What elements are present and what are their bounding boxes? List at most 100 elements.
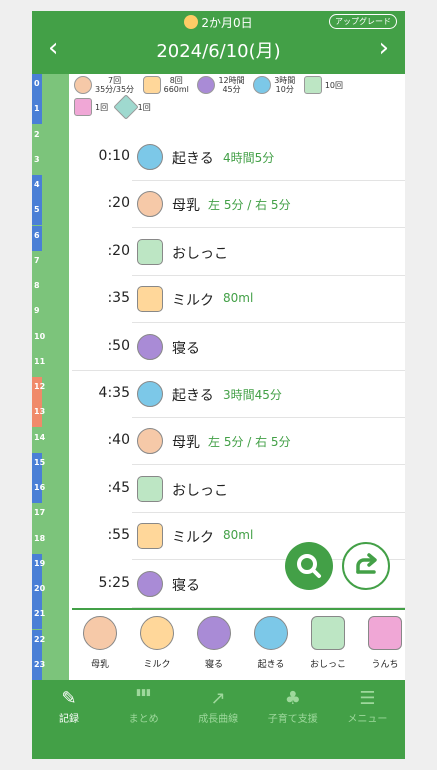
hour-rail[interactable]: 0 1 2 3 4 5 6 7 8 9 10 11 12 13 14 15 16 17 18 19 20 21 22 23 [32, 74, 69, 680]
tab-label: 記録 [59, 714, 79, 725]
tab-menu[interactable]: ☰ メニュー [330, 688, 404, 725]
quick-add-pee[interactable]: おしっこ [304, 616, 352, 670]
upgrade-button[interactable]: アップグレード [329, 14, 397, 29]
tab-trend-up[interactable]: ↗ 成長曲線 [181, 688, 255, 725]
wake-count: 3時間 [274, 76, 296, 85]
timeline-row[interactable]: :35 ミルク 80ml [72, 276, 405, 324]
age-text: 2か月0日 [201, 16, 253, 30]
rail-hour[interactable]: 19 [32, 553, 69, 579]
rail-hour-label: 20 [34, 584, 46, 593]
nursing-icon [83, 616, 117, 650]
quick-add-milk-bottle[interactable]: ミルク [133, 616, 181, 670]
rail-hour[interactable]: 2 [32, 125, 69, 150]
event-label: ミルク [172, 293, 214, 310]
quick-add-sleep[interactable]: 寝る [190, 616, 238, 670]
rail-hour[interactable]: 17 [32, 503, 69, 528]
poo-count: 1回 [95, 102, 109, 112]
summary-pee: 10回 [303, 76, 343, 94]
milk-detail: 660ml [163, 85, 189, 94]
timeline-row[interactable]: :40 母乳左 5分 / 右 5分 [72, 418, 405, 466]
wake-icon [137, 381, 163, 407]
rail-hour-label: 0 [34, 79, 40, 88]
event-label: おしっこ [172, 482, 228, 499]
event-detail: 80ml [223, 291, 254, 306]
tab-label: メニュー [347, 714, 388, 725]
rail-hour[interactable]: 11 [32, 352, 69, 377]
chevron-right-icon[interactable]: › [379, 35, 389, 61]
quick-add-label: おしっこ [309, 660, 346, 670]
rail-hour-label: 14 [34, 432, 46, 442]
milk-bottle-icon [142, 76, 161, 94]
rail-hour[interactable]: 18 [32, 529, 69, 554]
rail-hour[interactable]: 22 [32, 629, 69, 655]
rail-hour[interactable]: 5 [32, 200, 69, 226]
timeline-row[interactable]: :50 寝る [72, 324, 405, 371]
rail-hour[interactable]: 21 [32, 604, 69, 630]
search-button[interactable] [285, 542, 333, 590]
rail-hour[interactable]: 14 [32, 428, 69, 453]
event-time: :45 [107, 479, 130, 496]
rail-hour[interactable]: 13 [32, 402, 69, 428]
rail-hour[interactable]: 15 [32, 452, 69, 478]
rail-hour[interactable]: 8 [32, 276, 69, 301]
tab-label: まとめ [128, 714, 159, 725]
tab-bar-chart[interactable]: ▮▮▮ まとめ [107, 688, 181, 725]
rail-hour[interactable]: 10 [32, 327, 69, 352]
rail-hour[interactable]: 0 [32, 74, 69, 99]
rail-hour-label: 12 [34, 382, 46, 391]
timeline-row[interactable]: :20 母乳左 5分 / 右 5分 [72, 181, 405, 229]
milk-bottle-icon [137, 523, 163, 550]
quick-add-nursing[interactable]: 母乳 [76, 616, 124, 670]
nursing-icon [137, 428, 163, 455]
event-time: 5:25 [98, 574, 130, 591]
pee-icon [137, 238, 163, 265]
rail-hour-label: 16 [34, 483, 46, 492]
event-detail: 4時間5分 [223, 151, 275, 165]
tab-sprout[interactable]: ♣ 子育て支援 [256, 688, 330, 725]
daily-summary: 7回 35分/35分 8回 660ml 12時間 45分 3時間 10分 10回 1回 … [72, 74, 405, 134]
header: 2か月0日 アップグレード ‹ 2024/6/10(月) › [32, 11, 405, 74]
rail-hour[interactable]: 7 [32, 251, 69, 276]
poo-icon [74, 98, 92, 116]
bottom-nav: ✎ 記録 ▮▮▮ まとめ ↗ 成長曲線 ♣ 子育て支援 ☰ メニュー [32, 680, 405, 759]
rail-hour[interactable]: 16 [32, 478, 69, 503]
rail-hour-label: 9 [34, 306, 40, 316]
quick-add-label: ミルク [143, 660, 171, 670]
sleep-detail: 45分 [222, 85, 241, 94]
bath-count: 1回 [137, 102, 151, 112]
summary-poo: 1回 [74, 98, 108, 116]
event-label: 母乳 [172, 198, 200, 215]
sleep-icon [137, 570, 163, 597]
rail-hour[interactable]: 4 [32, 175, 69, 200]
rail-hour[interactable]: 1 [32, 99, 69, 125]
milk-bottle-icon [140, 616, 174, 650]
quick-add-label: 寝る [204, 660, 223, 670]
tab-label: 子育て支援 [267, 714, 318, 725]
rail-hour[interactable]: 23 [32, 654, 69, 680]
event-time: 4:35 [98, 385, 130, 401]
rail-hour[interactable]: 3 [32, 150, 69, 175]
rail-hour-label: 6 [34, 230, 40, 240]
tab-pencil[interactable]: ✎ 記録 [32, 688, 106, 725]
event-label: 起きる [172, 151, 214, 167]
timeline-list[interactable]: 0:10 起きる 4時間5分:20 母乳左 5分 / 右 5分:20 おしっこ:35 ミル… [72, 134, 405, 608]
rail-hour[interactable]: 12 [32, 377, 69, 402]
milk-count: 8回 [169, 76, 183, 85]
rail-hour-label: 10 [34, 331, 46, 341]
timeline-row[interactable]: 4:35 起きる 3時間45分 [72, 371, 405, 418]
sprout-icon: ♣ [284, 688, 301, 709]
summary-wake: 3時間 10分 [253, 76, 295, 94]
quick-add-wake[interactable]: 起きる [247, 616, 295, 670]
share-button[interactable] [342, 542, 390, 590]
timeline-row[interactable]: 0:10 起きる 4時間5分 [72, 134, 405, 181]
timeline-row[interactable]: :20 おしっこ [72, 229, 405, 276]
timeline-row[interactable]: :45 おしっこ [72, 466, 405, 513]
quick-add-label: 起きる [257, 660, 285, 670]
rail-hour[interactable]: 20 [32, 579, 69, 604]
rail-hour-label: 22 [34, 634, 46, 644]
pee-icon [303, 76, 322, 94]
rail-hour-label: 18 [34, 533, 46, 543]
rail-hour[interactable]: 6 [32, 225, 69, 251]
rail-hour[interactable]: 9 [32, 301, 69, 326]
quick-add-poo[interactable]: うんち [361, 616, 405, 670]
